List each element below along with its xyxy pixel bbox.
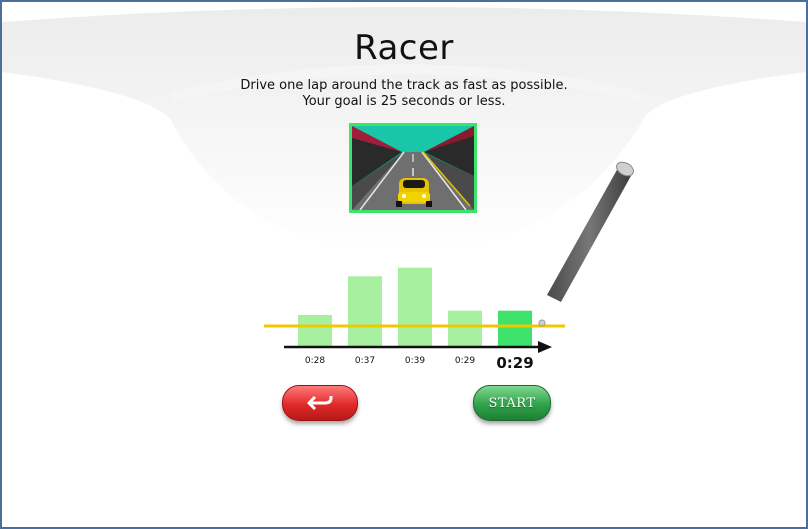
chart-bar <box>448 310 482 347</box>
chart-bar <box>298 315 332 347</box>
chart-tick-label: 0:29 <box>455 356 475 366</box>
game-frame: Racer Drive one lap around the track as … <box>0 0 808 529</box>
chart-bar <box>398 267 432 347</box>
chart-bar <box>498 310 532 347</box>
x-axis-arrow-icon <box>538 341 552 353</box>
chart-tick-label: 0:28 <box>305 356 325 366</box>
start-button[interactable]: START <box>473 385 551 421</box>
chart-tick-label: 0:39 <box>405 356 425 366</box>
chart-tick-label: 0:29 <box>496 354 533 372</box>
back-button[interactable] <box>282 385 358 421</box>
lap-times-chart: 0:28 0:37 0:39 0:29 0:29 <box>264 267 565 372</box>
back-arrow-icon <box>307 395 333 411</box>
goal-marker <box>538 319 546 327</box>
chart-tick-label: 0:37 <box>355 356 375 366</box>
chart-bar <box>348 276 382 347</box>
